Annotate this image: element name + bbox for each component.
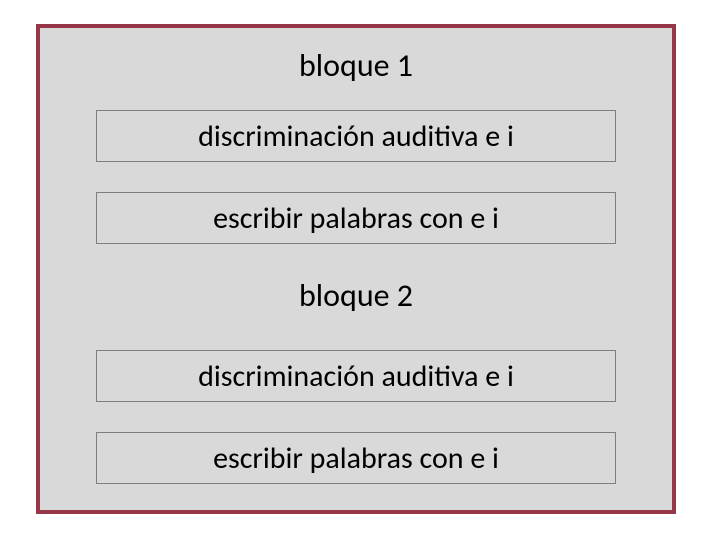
block1-activity-write-words[interactable]: escribir palabras con e i <box>96 192 616 244</box>
block1-activity-discrimination[interactable]: discriminación auditiva e i <box>96 110 616 162</box>
block2-heading: bloque 2 <box>40 276 672 315</box>
block1-heading: bloque 1 <box>40 46 672 85</box>
block2-activity-discrimination[interactable]: discriminación auditiva e i <box>96 350 616 402</box>
block2-activity-write-words[interactable]: escribir palabras con e i <box>96 432 616 484</box>
menu-panel: bloque 1 discriminación auditiva e i esc… <box>36 24 676 514</box>
